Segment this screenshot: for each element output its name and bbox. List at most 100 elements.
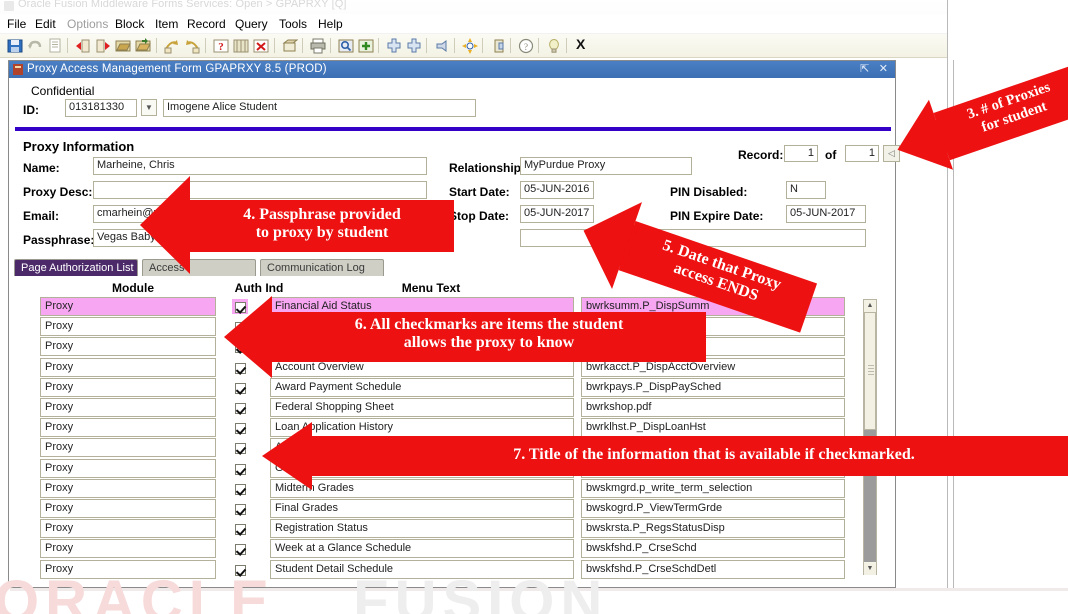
auth-ind-checkbox[interactable] <box>232 380 248 395</box>
scroll-up-arrow[interactable]: ▲ <box>864 300 876 312</box>
scroll-down-arrow[interactable]: ▼ <box>864 563 876 575</box>
cancel-icon[interactable] <box>433 37 451 55</box>
table-row[interactable]: Proxy Week at a Glance Schedule bwskfshd.P… <box>11 539 895 559</box>
next-block-icon[interactable] <box>183 37 201 55</box>
student-name-input[interactable]: Imogene Alice Student <box>163 99 476 117</box>
show-keys-icon[interactable] <box>545 37 563 55</box>
cell-module[interactable]: Proxy <box>40 317 216 336</box>
auth-ind-checkbox[interactable] <box>232 440 248 455</box>
cell-menu-text[interactable]: Federal Shopping Sheet <box>270 398 574 417</box>
table-row[interactable]: Proxy Registration Status bwskrsta.P_RegsS… <box>11 519 895 539</box>
auth-ind-checkbox[interactable] <box>232 461 248 476</box>
cell-page-url[interactable]: bwskrsta.P_RegsStatusDisp <box>581 519 845 538</box>
exit-form-icon[interactable] <box>489 37 507 55</box>
menu-item[interactable]: Item <box>152 16 181 32</box>
checkmark-icon <box>235 484 246 495</box>
cell-page-url[interactable]: bwskogrd.P_ViewTermGrde <box>581 499 845 518</box>
auth-ind-checkbox[interactable] <box>232 521 248 536</box>
toolbar-separator-2 <box>156 38 157 53</box>
record-current-input[interactable]: 1 <box>784 145 818 162</box>
cell-module[interactable]: Proxy <box>40 378 216 397</box>
auth-ind-checkbox[interactable] <box>232 481 248 496</box>
insert-record-icon[interactable] <box>74 37 92 55</box>
cell-module[interactable]: Proxy <box>40 479 216 498</box>
previous-item-icon[interactable] <box>385 37 403 55</box>
list-of-values-icon[interactable] <box>337 37 355 55</box>
cell-module[interactable]: Proxy <box>40 398 216 417</box>
table-row[interactable]: Proxy Final Grades bwskogrd.P_ViewTermGrde <box>11 499 895 519</box>
pin-expire-input[interactable]: 05-JUN-2017 <box>786 205 866 223</box>
cell-page-url[interactable]: bwrkpays.P_DispPaySched <box>581 378 845 397</box>
cell-module[interactable]: Proxy <box>40 358 216 377</box>
cell-page-url[interactable]: bwskfshd.P_CrseSchd <box>581 539 845 558</box>
cell-page-url[interactable]: bwskmgrd.p_write_term_selection <box>581 479 845 498</box>
cell-module[interactable]: Proxy <box>40 337 216 356</box>
menu-block[interactable]: Block <box>112 16 147 32</box>
relationship-input[interactable]: MyPurdue Proxy <box>520 157 692 175</box>
section-divider <box>15 127 891 131</box>
svg-text:?: ? <box>524 42 528 52</box>
cell-menu-text[interactable]: Week at a Glance Schedule <box>270 539 574 558</box>
cell-module[interactable]: Proxy <box>40 499 216 518</box>
previous-block-icon[interactable] <box>163 37 181 55</box>
execute-query-icon[interactable] <box>232 37 250 55</box>
cell-module[interactable]: Proxy <box>40 297 216 316</box>
auth-ind-checkbox[interactable] <box>232 541 248 556</box>
auth-ind-checkbox[interactable] <box>232 420 248 435</box>
auth-ind-checkbox[interactable] <box>232 501 248 516</box>
cell-module[interactable]: Proxy <box>40 519 216 538</box>
duplicate-record-icon[interactable] <box>46 37 64 55</box>
stop-date-input[interactable]: 05-JUN-2017 <box>520 205 594 223</box>
menu-options[interactable]: Options <box>64 16 111 32</box>
cell-menu-text[interactable]: Award Payment Schedule <box>270 378 574 397</box>
next-item-icon[interactable] <box>405 37 423 55</box>
id-input[interactable]: 013181330 <box>65 99 137 117</box>
remove-record-icon[interactable] <box>94 37 112 55</box>
scrollbar-thumb[interactable] <box>864 312 876 430</box>
cell-module[interactable]: Proxy <box>40 459 216 478</box>
pin-disabled-input[interactable]: N <box>786 181 826 199</box>
tab-page-authorization-list[interactable]: Page Authorization List <box>14 259 138 276</box>
cell-menu-text[interactable]: Final Grades <box>270 499 574 518</box>
save-icon[interactable] <box>6 37 24 55</box>
table-row[interactable]: Proxy Award Payment Schedule bwrkpays.P_Di… <box>11 378 895 398</box>
cell-module[interactable]: Proxy <box>40 438 216 457</box>
menu-file[interactable]: File <box>4 16 29 32</box>
online-help-icon[interactable]: ? <box>517 37 535 55</box>
cell-menu-text[interactable]: Midterm Grades <box>270 479 574 498</box>
menu-record[interactable]: Record <box>184 16 229 32</box>
save-as-icon[interactable] <box>134 37 152 55</box>
id-lov-button[interactable]: ▼ <box>141 99 157 116</box>
rollback-icon[interactable] <box>461 37 479 55</box>
relationship-label: Relationship: <box>449 161 525 175</box>
menu-edit[interactable]: Edit <box>32 16 59 32</box>
record-total-input[interactable]: 1 <box>845 145 879 162</box>
cell-page-url[interactable]: bwrklhst.P_DispLoanHst <box>581 418 845 437</box>
tab-communication-log[interactable]: Communication Log <box>260 259 384 276</box>
table-row[interactable]: Proxy Federal Shopping Sheet bwrkshop.pdf <box>11 398 895 418</box>
start-date-input[interactable]: 05-JUN-2016 <box>520 181 594 199</box>
undo-icon[interactable] <box>26 37 44 55</box>
name-input[interactable]: Marheine, Chris <box>93 157 427 175</box>
auth-ind-checkbox[interactable] <box>232 400 248 415</box>
enter-query-icon[interactable]: ? <box>212 37 230 55</box>
start-date-label: Start Date: <box>449 185 510 199</box>
form-window-buttons[interactable]: ⇱ ✕ <box>860 62 891 75</box>
cell-page-url[interactable]: bwrkshop.pdf <box>581 398 845 417</box>
cell-module[interactable]: Proxy <box>40 539 216 558</box>
print-screen-icon[interactable] <box>281 37 299 55</box>
menu-help[interactable]: Help <box>315 16 346 32</box>
open-folder-icon[interactable] <box>114 37 132 55</box>
insert-row-icon[interactable] <box>357 37 375 55</box>
table-row[interactable]: Proxy Midterm Grades bwskmgrd.p_write_term… <box>11 479 895 499</box>
print-icon[interactable] <box>309 37 327 55</box>
exit-x-button[interactable]: X <box>574 37 592 55</box>
menu-query[interactable]: Query <box>232 16 271 32</box>
watermark-oracle: ORACLE <box>0 569 275 614</box>
cancel-query-icon[interactable] <box>252 37 270 55</box>
cell-module[interactable]: Proxy <box>40 418 216 437</box>
menu-tools[interactable]: Tools <box>276 16 310 32</box>
confidential-label: Confidential <box>31 84 94 98</box>
cell-menu-text[interactable]: Registration Status <box>270 519 574 538</box>
cell-menu-text[interactable]: Loan Application History <box>270 418 574 437</box>
